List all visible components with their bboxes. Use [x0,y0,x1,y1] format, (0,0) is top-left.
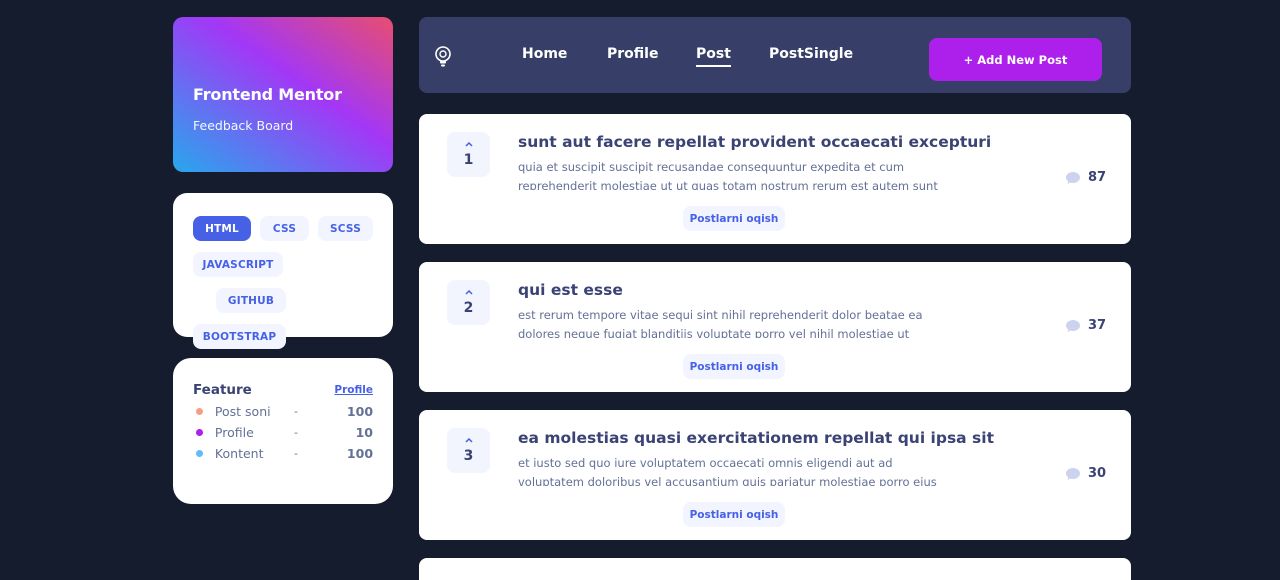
chevron-up-icon [464,142,473,147]
sidebar: Frontend Mentor Feedback Board HTML CSS … [173,17,393,504]
tag-scss[interactable]: SCSS [318,216,373,241]
vote-count: 2 [463,300,474,316]
status-dot-icon [196,429,203,436]
status-dot-icon [196,408,203,415]
comment-count: 37 [1065,318,1106,333]
feature-row: Profile - 10 [193,425,373,440]
post-card[interactable]: 2 qui est esse est rerum tempore vitae s… [419,262,1131,392]
feature-label: Kontent [214,446,264,461]
comment-count: 87 [1065,170,1106,185]
tag-bootstrap[interactable]: BOOTSTRAP [193,324,286,349]
upvote-button[interactable]: 3 [447,428,490,473]
tag-css[interactable]: CSS [260,216,309,241]
feature-separator: - [293,447,298,460]
post-card[interactable]: 1 sunt aut facere repellat provident occ… [419,114,1131,244]
comment-bubble-icon [1066,467,1080,480]
tag-html[interactable]: HTML [193,216,251,241]
comment-count-value: 87 [1088,170,1107,185]
nav-link-postsingle[interactable]: PostSingle [769,46,853,62]
feature-value: 100 [346,446,374,461]
brand-subtitle: Feedback Board [193,118,294,133]
post-body: quia et suscipit suscipit recusandae con… [518,160,938,190]
comment-bubble-icon [1066,319,1080,332]
lightbulb-icon[interactable] [433,45,453,67]
feature-row: Kontent - 100 [193,446,373,461]
nav-link-home[interactable]: Home [522,46,567,62]
post-title[interactable]: sunt aut facere repellat provident occae… [518,133,991,151]
top-navbar: Home Profile Post PostSingle + Add New P… [419,17,1131,93]
vote-count: 3 [463,448,474,464]
feature-title: Feature [193,382,252,398]
comment-bubble-icon [1066,171,1080,184]
feature-separator: - [293,426,298,439]
feature-value: 10 [355,425,374,440]
post-body: et iusto sed quo iure voluptatem occaeca… [518,456,937,486]
feature-label: Post soni [214,404,271,419]
nav-link-post[interactable]: Post [696,46,731,67]
brand-title: Frontend Mentor [193,85,342,104]
post-body: est rerum tempore vitae sequi sint nihil… [518,308,923,338]
chevron-up-icon [464,438,473,443]
feature-card: Feature Profile Post soni - 100 Profile … [173,358,393,504]
tag-list: HTML CSS SCSS JAVASCRIPT GITHUB BOOTSTRA… [193,216,375,349]
upvote-button[interactable]: 1 [447,132,490,177]
feature-profile-link[interactable]: Profile [334,384,373,396]
add-new-post-button[interactable]: + Add New Post [929,38,1102,81]
post-title[interactable]: ea molestias quasi exercitationem repell… [518,429,994,447]
feature-row: Post soni - 100 [193,404,373,419]
feature-header: Feature Profile [193,382,373,398]
feature-value: 100 [346,404,374,419]
read-post-button[interactable]: Postlarni oqish [683,354,785,379]
comment-count-value: 30 [1088,466,1107,481]
comment-count-value: 37 [1088,318,1107,333]
tag-github[interactable]: GITHUB [216,288,286,313]
post-card[interactable]: 3 ea molestias quasi exercitationem repe… [419,410,1131,540]
tag-javascript[interactable]: JAVASCRIPT [193,252,283,277]
vote-count: 1 [463,152,474,168]
read-post-button[interactable]: Postlarni oqish [683,206,785,231]
tags-card: HTML CSS SCSS JAVASCRIPT GITHUB BOOTSTRA… [173,193,393,349]
feature-separator: - [293,405,298,418]
post-title[interactable]: qui est esse [518,281,623,299]
upvote-button[interactable]: 2 [447,280,490,325]
nav-link-profile[interactable]: Profile [607,46,658,62]
post-card-partial[interactable] [419,558,1131,580]
status-dot-icon [196,450,203,457]
feature-label: Profile [214,425,254,440]
brand-card: Frontend Mentor Feedback Board [173,17,393,172]
comment-count: 30 [1065,466,1106,481]
chevron-up-icon [464,290,473,295]
read-post-button[interactable]: Postlarni oqish [683,502,785,527]
